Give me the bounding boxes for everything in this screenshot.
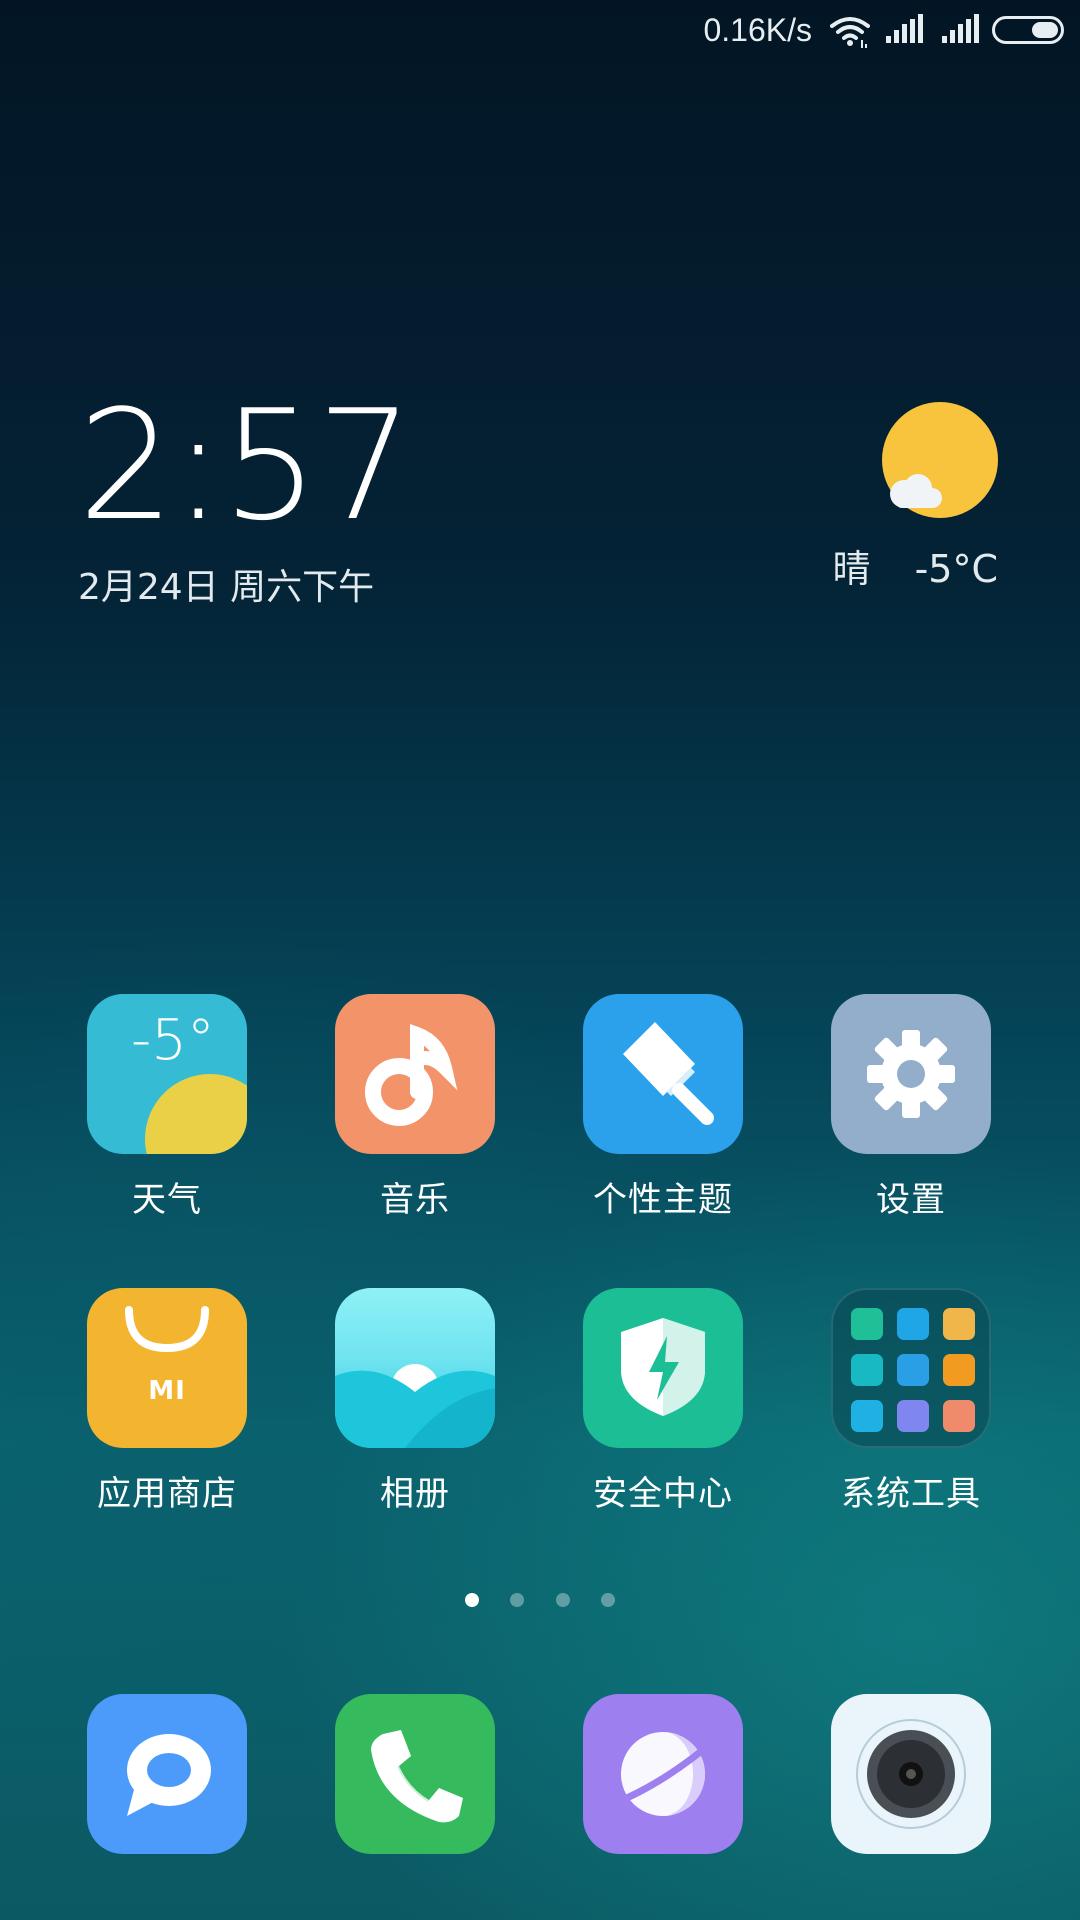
page-dot-1[interactable] (465, 1593, 480, 1607)
app-themes[interactable]: 个性主题 (553, 994, 773, 1221)
app-music[interactable]: 音乐 (305, 994, 525, 1221)
app-label: 系统工具 (841, 1474, 981, 1514)
page-dot-2[interactable] (510, 1593, 525, 1607)
signal-2-icon (942, 14, 979, 43)
app-store[interactable]: MI 应用商店 (57, 1288, 277, 1515)
weather-condition: 晴 (832, 547, 871, 591)
page-dot-3[interactable] (555, 1593, 570, 1607)
messages-icon[interactable] (87, 1694, 247, 1854)
app-label: 设置 (876, 1180, 946, 1220)
security-shield-icon (583, 1288, 743, 1448)
status-bar: 0.16K/s (0, 0, 1080, 62)
weather-icon: -5° (87, 994, 247, 1154)
app-gallery[interactable]: 相册 (305, 1288, 525, 1515)
app-label: 应用商店 (97, 1474, 237, 1514)
battery-icon (992, 16, 1064, 44)
app-weather[interactable]: -5° 天气 (57, 994, 277, 1221)
app-label: 安全中心 (593, 1474, 733, 1514)
store-mark: MI (148, 1376, 186, 1406)
app-label: 个性主题 (593, 1180, 733, 1220)
clock-date: 2月24日 周六下午 (78, 567, 375, 608)
browser-icon[interactable] (583, 1694, 743, 1854)
phone-icon[interactable] (335, 1694, 495, 1854)
weather-temperature: -5°C (914, 547, 998, 591)
camera-icon[interactable] (831, 1694, 991, 1854)
gallery-icon (335, 1288, 495, 1448)
app-label: 相册 (380, 1474, 450, 1514)
signal-1-icon (886, 14, 923, 43)
themes-brush-icon (583, 994, 743, 1154)
page-indicator[interactable] (0, 1592, 1080, 1611)
weather-summary: 晴 -5°C (832, 538, 998, 593)
settings-gear-icon (831, 994, 991, 1154)
app-label: 天气 (132, 1180, 202, 1220)
app-label: 音乐 (380, 1180, 450, 1220)
music-icon (335, 994, 495, 1154)
page-dot-4[interactable] (600, 1593, 615, 1607)
app-folder-system-tools[interactable]: 系统工具 (801, 1288, 1021, 1515)
app-settings[interactable]: 设置 (801, 994, 1021, 1221)
clock-widget[interactable]: 2:57 2月24日 周六下午 (78, 377, 413, 610)
app-security[interactable]: 安全中心 (553, 1288, 773, 1515)
clock-time: 2:57 (78, 377, 413, 554)
network-speed: 0.16K/s (703, 12, 812, 48)
cloud-icon (890, 474, 942, 508)
app-store-bag-icon: MI (87, 1288, 247, 1448)
folder-icon (831, 1288, 991, 1448)
wifi-icon (830, 17, 870, 48)
weather-icon-temp: -5° (131, 1008, 215, 1073)
